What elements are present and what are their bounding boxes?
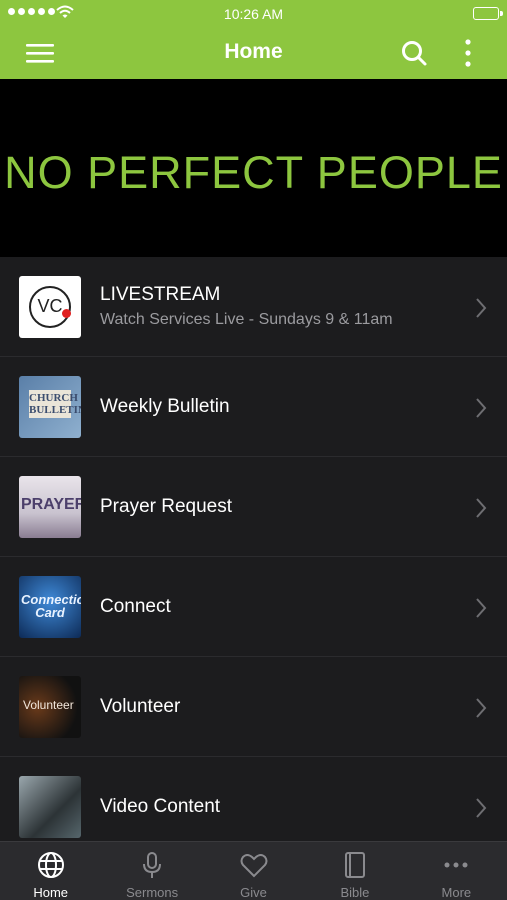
- connect-thumbnail: Connection Card: [19, 575, 81, 638]
- more-options-icon[interactable]: [456, 37, 480, 69]
- menu-list: VC LIVESTREAM Watch Services Live - Sund…: [0, 257, 507, 841]
- list-item-title: Connect: [100, 595, 171, 617]
- globe-icon: [37, 852, 64, 878]
- list-item-livestream[interactable]: VC LIVESTREAM Watch Services Live - Sund…: [0, 257, 507, 357]
- chevron-right-icon: [476, 398, 487, 418]
- microphone-icon: [143, 852, 162, 878]
- list-item-video-content[interactable]: Video Content: [0, 757, 507, 841]
- vc-logo-text: VC: [37, 296, 63, 316]
- tab-more[interactable]: More: [406, 842, 507, 900]
- list-item-weekly-bulletin[interactable]: CHURCH BULLETIN Weekly Bulletin: [0, 357, 507, 457]
- vc-logo: VC: [29, 285, 71, 328]
- nav-bar: Home: [0, 27, 507, 79]
- prayer-thumbnail: PRAYER: [19, 475, 81, 538]
- list-item-title: LIVESTREAM: [100, 284, 221, 305]
- connect-thumbnail-text: Connection Card: [21, 591, 81, 620]
- livestream-thumbnail: VC: [19, 275, 81, 338]
- tab-label: Sermons: [126, 885, 179, 900]
- chevron-right-icon: [476, 698, 487, 718]
- tab-give[interactable]: Give: [203, 842, 304, 900]
- tab-bar: Home Sermons Give Bible More: [0, 841, 507, 900]
- chevron-right-icon: [476, 798, 487, 818]
- video-thumbnail: [19, 775, 81, 838]
- hero-banner[interactable]: NO PERFECT PEOPLE: [0, 79, 507, 257]
- list-item-title: Weekly Bulletin: [100, 395, 230, 417]
- list-item-title: Video Content: [100, 795, 221, 817]
- list-item-title: Prayer Request: [100, 495, 233, 517]
- chevron-right-icon: [476, 498, 487, 518]
- bulletin-thumbnail: CHURCH BULLETIN: [19, 375, 81, 438]
- bulletin-thumbnail-text: CHURCH BULLETIN: [29, 389, 81, 418]
- status-time: 10:26 AM: [223, 6, 284, 22]
- volunteer-thumbnail-text: Volunteer: [23, 697, 74, 712]
- tab-label: Give: [240, 885, 267, 900]
- list-item-prayer-request[interactable]: PRAYER Prayer Request: [0, 457, 507, 557]
- banner-title: NO PERFECT PEOPLE: [4, 147, 503, 198]
- list-item-title: Volunteer: [100, 695, 181, 717]
- heart-icon: [240, 854, 268, 878]
- search-icon[interactable]: [400, 39, 428, 67]
- tab-label: Home: [33, 885, 69, 900]
- prayer-thumbnail-text: PRAYER: [21, 495, 81, 513]
- list-item-volunteer[interactable]: Volunteer Volunteer: [0, 657, 507, 757]
- book-icon: [344, 852, 365, 878]
- tab-sermons[interactable]: Sermons: [101, 842, 202, 900]
- status-bar: 10:26 AM: [0, 0, 507, 27]
- tab-home[interactable]: Home: [0, 842, 101, 900]
- page-title: Home: [224, 40, 283, 63]
- battery-icon: [473, 7, 503, 20]
- volunteer-thumbnail: Volunteer: [19, 675, 81, 738]
- tab-label: More: [441, 885, 472, 900]
- ellipsis-icon: [444, 862, 468, 868]
- list-item-connect[interactable]: Connection Card Connect: [0, 557, 507, 657]
- list-item-subtitle: Watch Services Live - Sundays 9 & 11am: [100, 311, 393, 328]
- tab-bible[interactable]: Bible: [304, 842, 405, 900]
- chevron-right-icon: [476, 298, 487, 318]
- chevron-right-icon: [476, 598, 487, 618]
- tab-label: Bible: [340, 885, 370, 900]
